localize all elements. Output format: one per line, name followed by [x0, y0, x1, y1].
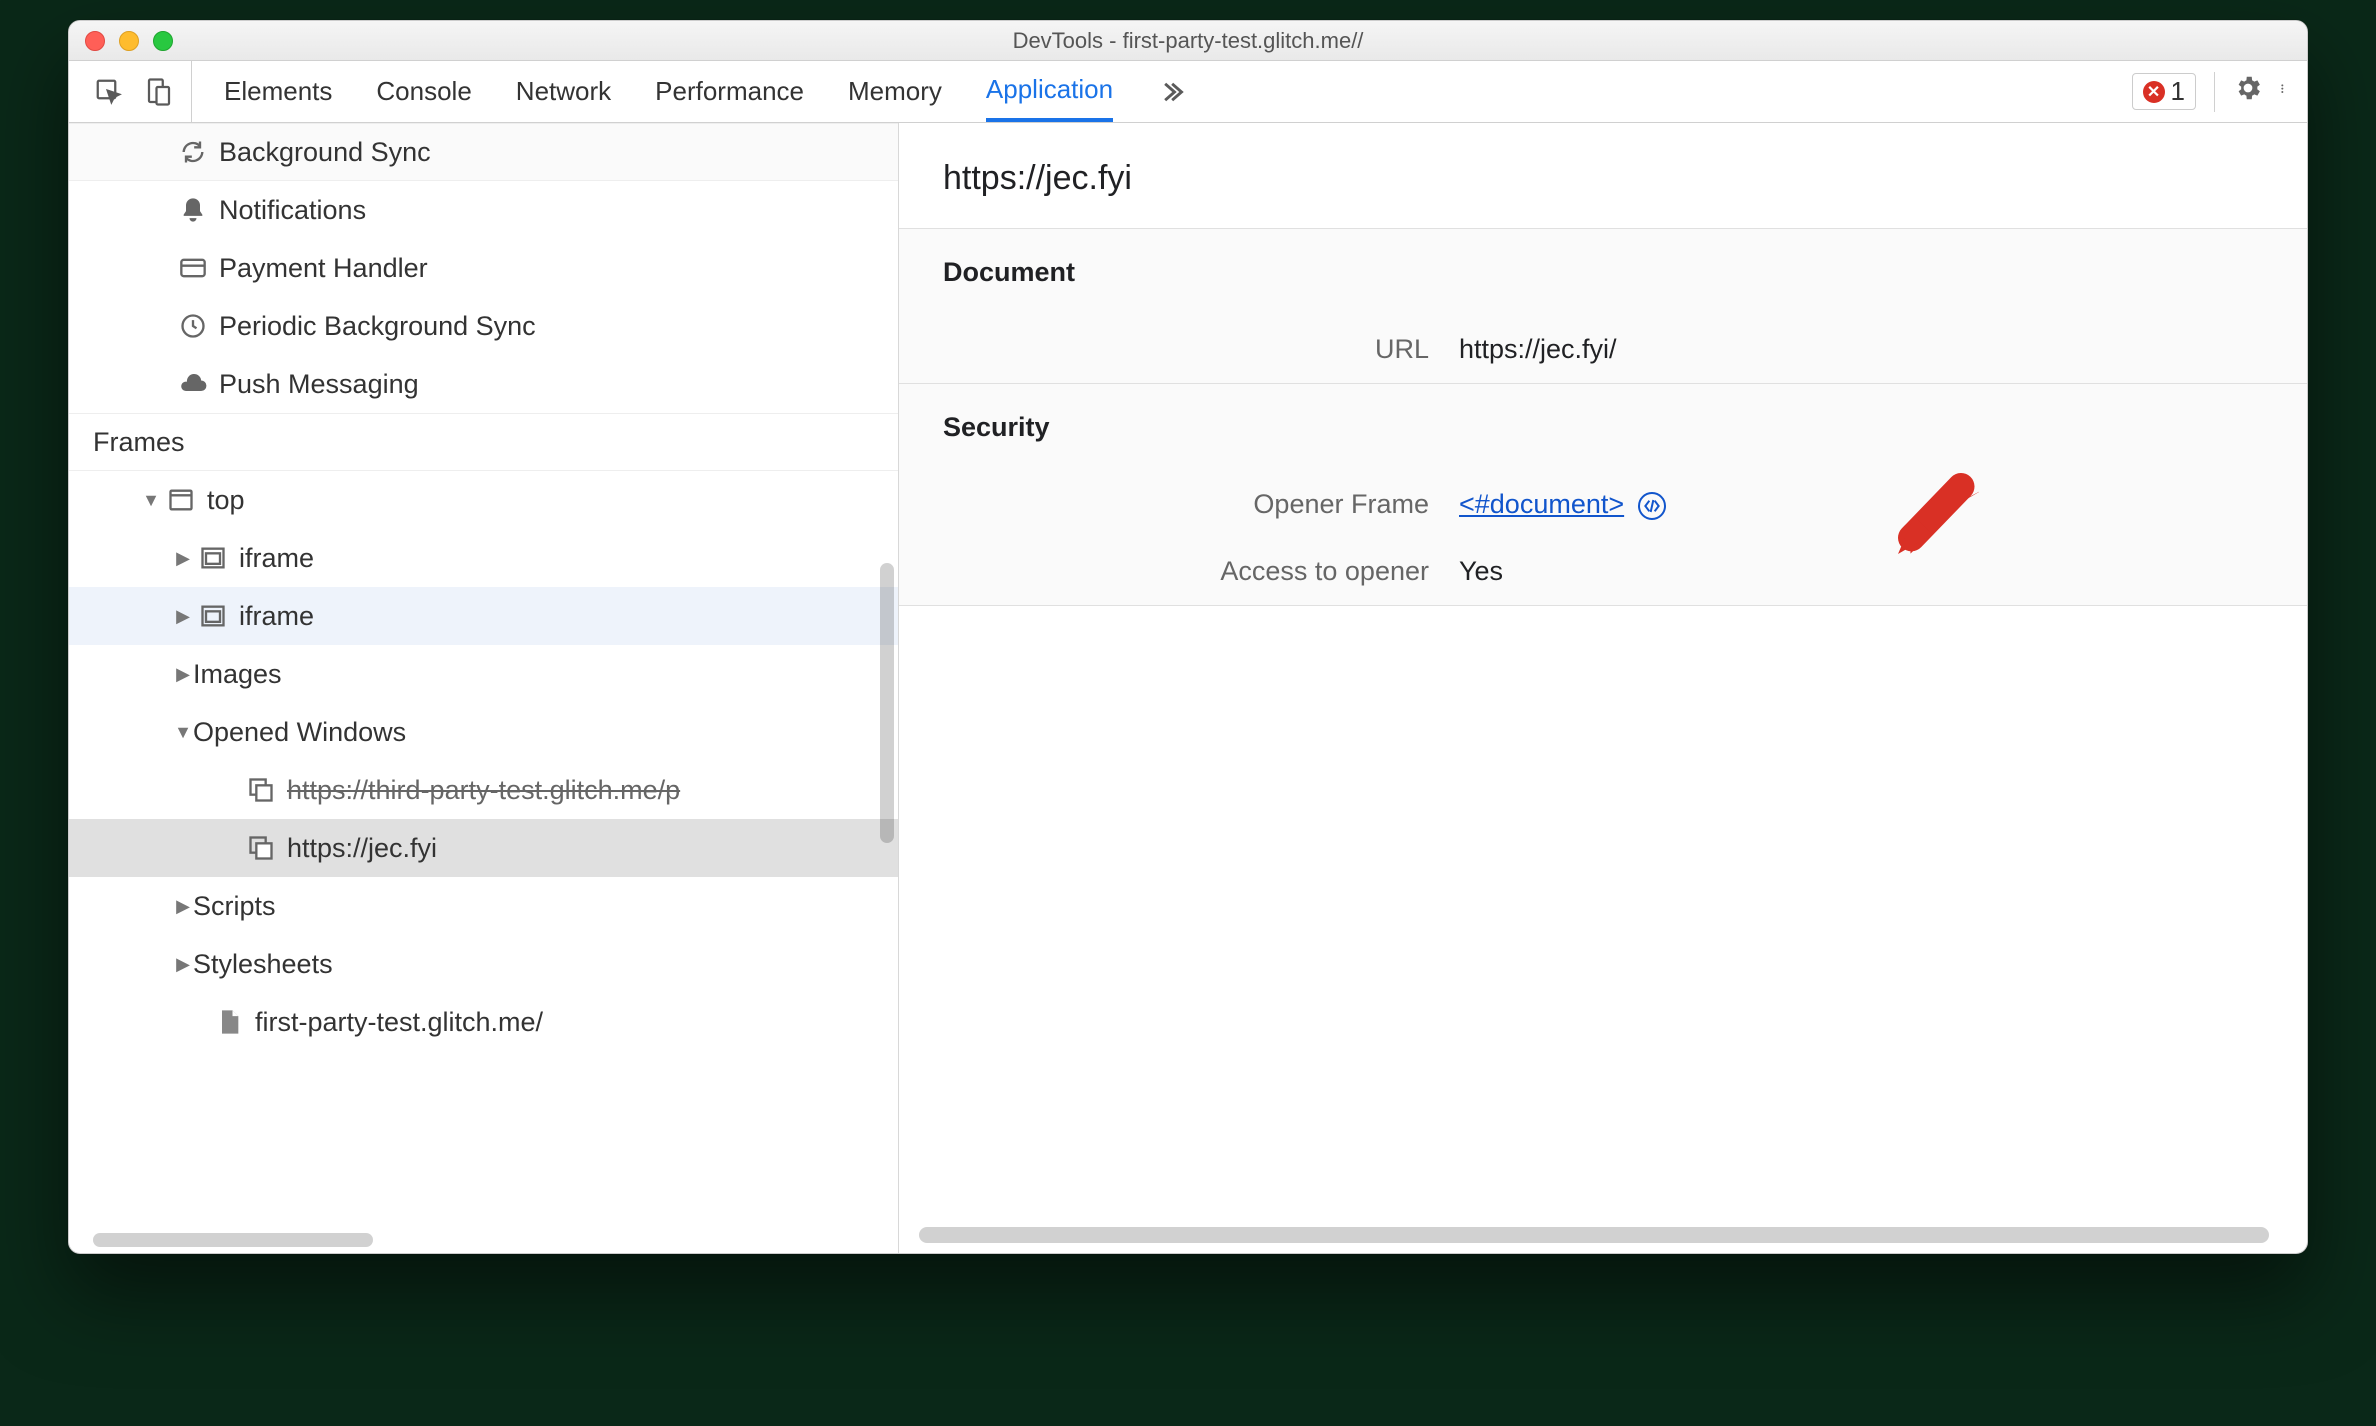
tree-label: Opened Windows: [193, 717, 406, 748]
caret-down-icon: ▼: [173, 722, 193, 743]
minimize-window-button[interactable]: [119, 31, 139, 51]
tree-label: top: [207, 485, 245, 516]
tree-scripts[interactable]: ▶ Scripts: [69, 877, 898, 935]
tree-images[interactable]: ▶ Images: [69, 645, 898, 703]
opener-frame-row: Opener Frame <#document>: [899, 471, 2307, 538]
tree-top[interactable]: ▼ top: [69, 471, 898, 529]
frames-header: Frames: [69, 413, 898, 471]
cloud-icon: [177, 368, 209, 400]
tree-label: Stylesheets: [193, 949, 333, 980]
sidebar-item-label: Payment Handler: [219, 253, 428, 284]
sidebar-item-label: Periodic Background Sync: [219, 311, 536, 342]
caret-right-icon: ▶: [173, 548, 193, 569]
settings-icon[interactable]: [2233, 73, 2263, 111]
tab-overflow[interactable]: [1157, 61, 1185, 122]
tab-memory[interactable]: Memory: [848, 61, 942, 122]
windows-icon: [245, 774, 277, 806]
panel-body: Background Sync Notifications Payment Ha…: [69, 123, 2307, 1253]
panel-tabs: Elements Console Network Performance Mem…: [192, 61, 1217, 122]
more-icon[interactable]: [2281, 73, 2289, 111]
frame-icon: [197, 542, 229, 574]
document-icon: [213, 1006, 245, 1038]
tree-label: Scripts: [193, 891, 276, 922]
sidebar-item-payment-handler[interactable]: Payment Handler: [69, 239, 898, 297]
close-window-button[interactable]: [85, 31, 105, 51]
tab-application[interactable]: Application: [986, 61, 1113, 122]
sidebar-item-label: Push Messaging: [219, 369, 419, 400]
inspect-icon[interactable]: [91, 74, 127, 110]
caret-right-icon: ▶: [173, 954, 193, 975]
tree-label: https://third-party-test.glitch.me/p: [287, 775, 680, 806]
main-scrollbar-horizontal[interactable]: [919, 1227, 2269, 1243]
card-icon: [177, 252, 209, 284]
application-sidebar: Background Sync Notifications Payment Ha…: [69, 123, 899, 1253]
access-to-opener-row: Access to opener Yes: [899, 538, 2307, 605]
device-toggle-icon[interactable]: [141, 74, 177, 110]
bell-icon: [177, 194, 209, 226]
titlebar: DevTools - first-party-test.glitch.me//: [69, 21, 2307, 61]
tree-label: first-party-test.glitch.me/: [255, 1007, 543, 1038]
tree-doc-file[interactable]: first-party-test.glitch.me/: [69, 993, 898, 1051]
sync-icon: [177, 136, 209, 168]
frame-icon: [197, 600, 229, 632]
security-section-header: Security: [899, 384, 2307, 471]
url-row: URL https://jec.fyi/: [899, 316, 2307, 383]
sidebar-scrollbar-vertical[interactable]: [880, 563, 894, 843]
document-section: Document URL https://jec.fyi/: [899, 228, 2307, 383]
security-section: Security Opener Frame <#document> Access…: [899, 383, 2307, 605]
tree-opened-windows[interactable]: ▼ Opened Windows: [69, 703, 898, 761]
annotation-arrow: [1889, 473, 1979, 568]
url-label: URL: [899, 334, 1459, 365]
frame-title: https://jec.fyi: [899, 123, 2307, 228]
access-to-opener-label: Access to opener: [899, 556, 1459, 587]
tab-performance[interactable]: Performance: [655, 61, 804, 122]
tree-window-2[interactable]: https://jec.fyi: [69, 819, 898, 877]
tree-label: iframe: [239, 601, 314, 632]
sidebar-item-background-sync[interactable]: Background Sync: [69, 123, 898, 181]
caret-down-icon: ▼: [141, 490, 161, 511]
opener-frame-label: Opener Frame: [899, 489, 1459, 520]
caret-right-icon: ▶: [173, 606, 193, 627]
sidebar-scrollbar-horizontal[interactable]: [93, 1233, 373, 1247]
caret-right-icon: ▶: [173, 664, 193, 685]
error-badge[interactable]: ✕ 1: [2132, 73, 2196, 110]
sidebar-item-periodic-sync[interactable]: Periodic Background Sync: [69, 297, 898, 355]
tree-iframe-2[interactable]: ▶ iframe: [69, 587, 898, 645]
devtools-toolbar: Elements Console Network Performance Mem…: [69, 61, 2307, 123]
tab-elements[interactable]: Elements: [224, 61, 332, 122]
sidebar-item-label: Background Sync: [219, 137, 431, 168]
tree-label: Images: [193, 659, 282, 690]
error-icon: ✕: [2143, 81, 2165, 103]
window-title: DevTools - first-party-test.glitch.me//: [69, 28, 2307, 54]
reveal-in-elements-icon[interactable]: [1638, 492, 1666, 520]
window-icon: [165, 484, 197, 516]
caret-right-icon: ▶: [173, 896, 193, 917]
devtools-window: DevTools - first-party-test.glitch.me// …: [68, 20, 2308, 1254]
tree-window-1[interactable]: https://third-party-test.glitch.me/p: [69, 761, 898, 819]
document-section-header: Document: [899, 229, 2307, 316]
clock-icon: [177, 310, 209, 342]
sidebar-item-label: Notifications: [219, 195, 366, 226]
divider: [2214, 72, 2215, 112]
tree-iframe-1[interactable]: ▶ iframe: [69, 529, 898, 587]
sidebar-item-push-messaging[interactable]: Push Messaging: [69, 355, 898, 413]
opener-frame-link[interactable]: <#document>: [1459, 489, 1624, 519]
tab-network[interactable]: Network: [516, 61, 611, 122]
tree-label: iframe: [239, 543, 314, 574]
tree-label: https://jec.fyi: [287, 833, 437, 864]
frame-detail-panel: https://jec.fyi Document URL https://jec…: [899, 123, 2307, 1253]
error-count: 1: [2171, 76, 2185, 107]
tree-stylesheets[interactable]: ▶ Stylesheets: [69, 935, 898, 993]
access-to-opener-value: Yes: [1459, 556, 1503, 587]
tab-console[interactable]: Console: [376, 61, 471, 122]
url-value: https://jec.fyi/: [1459, 334, 1617, 365]
maximize-window-button[interactable]: [153, 31, 173, 51]
traffic-lights: [85, 31, 173, 51]
windows-icon: [245, 832, 277, 864]
sidebar-item-notifications[interactable]: Notifications: [69, 181, 898, 239]
